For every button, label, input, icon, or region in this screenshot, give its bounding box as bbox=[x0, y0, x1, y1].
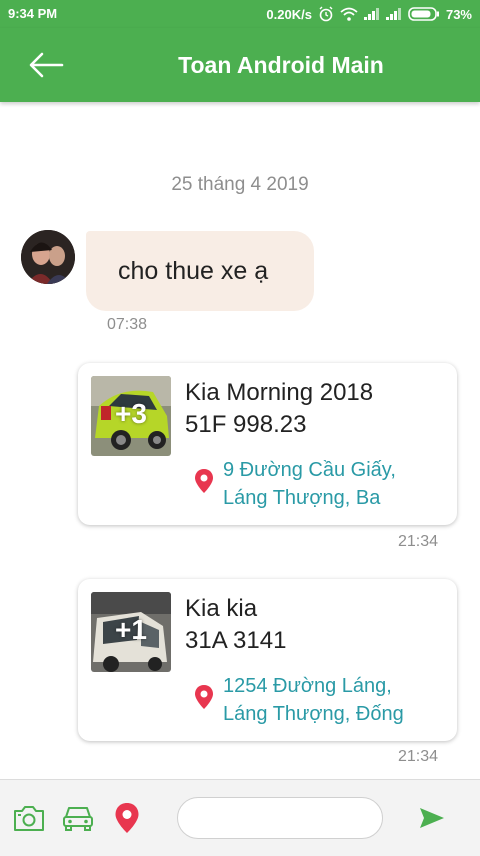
composer-bar bbox=[0, 779, 480, 856]
alarm-icon bbox=[319, 6, 333, 22]
car-icon bbox=[63, 807, 93, 831]
location-pin-icon bbox=[195, 469, 213, 493]
status-bar: 9:34 PM 0.20K/s 73% bbox=[0, 0, 480, 28]
car-photo[interactable]: +1 bbox=[91, 592, 171, 672]
signal-icon-2 bbox=[385, 8, 401, 20]
car-address[interactable]: 9 Đường Cầu Giấy, Láng Thượng, Ba bbox=[223, 456, 443, 512]
location-button[interactable] bbox=[114, 802, 140, 839]
app-bar: Toan Android Main bbox=[0, 28, 480, 102]
car-name: Kia Morning 2018 bbox=[185, 379, 374, 406]
car-plate: 31A 3141 bbox=[185, 627, 287, 654]
car-plate: 51F 998.23 bbox=[185, 411, 307, 438]
message-time: 07:38 bbox=[107, 316, 148, 333]
address-line-2: Láng Thượng, Đống bbox=[223, 703, 404, 725]
net-speed: 0.20K/s bbox=[266, 6, 312, 22]
car-address[interactable]: 1254 Đường Láng, Láng Thượng, Đống bbox=[223, 672, 443, 728]
location-pin-icon bbox=[115, 803, 139, 833]
car-listing-card[interactable]: +3 Kia Morning 2018 51F 998.23 9 Đường C… bbox=[78, 363, 457, 525]
camera-icon bbox=[14, 806, 44, 831]
incoming-message-bubble[interactable]: cho thue xe ạ bbox=[86, 231, 314, 311]
photo-count: +3 bbox=[115, 398, 147, 429]
message-text: cho thue xe ạ bbox=[118, 257, 269, 285]
card-time: 21:34 bbox=[397, 533, 438, 550]
camera-button[interactable] bbox=[13, 804, 45, 837]
battery-level: 73% bbox=[445, 6, 472, 22]
car-button[interactable] bbox=[62, 804, 94, 837]
address-line-1: 9 Đường Cầu Giấy, bbox=[223, 459, 396, 481]
car-listing-card[interactable]: +1 Kia kia 31A 3141 1254 Đường Láng, Lán… bbox=[78, 579, 457, 741]
date-divider: 25 tháng 4 2019 bbox=[171, 174, 309, 195]
wifi-icon bbox=[340, 7, 358, 21]
car-photo[interactable]: +3 bbox=[91, 376, 171, 456]
avatar[interactable] bbox=[21, 230, 75, 284]
status-time: 9:34 PM bbox=[8, 6, 58, 21]
signal-icon bbox=[363, 8, 379, 20]
send-icon bbox=[420, 808, 444, 828]
card-time: 21:34 bbox=[397, 748, 438, 765]
send-button[interactable] bbox=[418, 806, 446, 835]
address-line-1: 1254 Đường Láng, bbox=[223, 675, 392, 697]
location-pin-icon bbox=[195, 685, 213, 709]
avatar-photo bbox=[21, 230, 75, 284]
message-input[interactable] bbox=[177, 797, 383, 839]
car-name: Kia kia bbox=[185, 595, 258, 622]
battery-icon bbox=[408, 7, 439, 21]
page-title: Toan Android Main bbox=[178, 52, 384, 78]
photo-count: +1 bbox=[115, 614, 147, 645]
address-line-2: Láng Thượng, Ba bbox=[223, 487, 381, 509]
